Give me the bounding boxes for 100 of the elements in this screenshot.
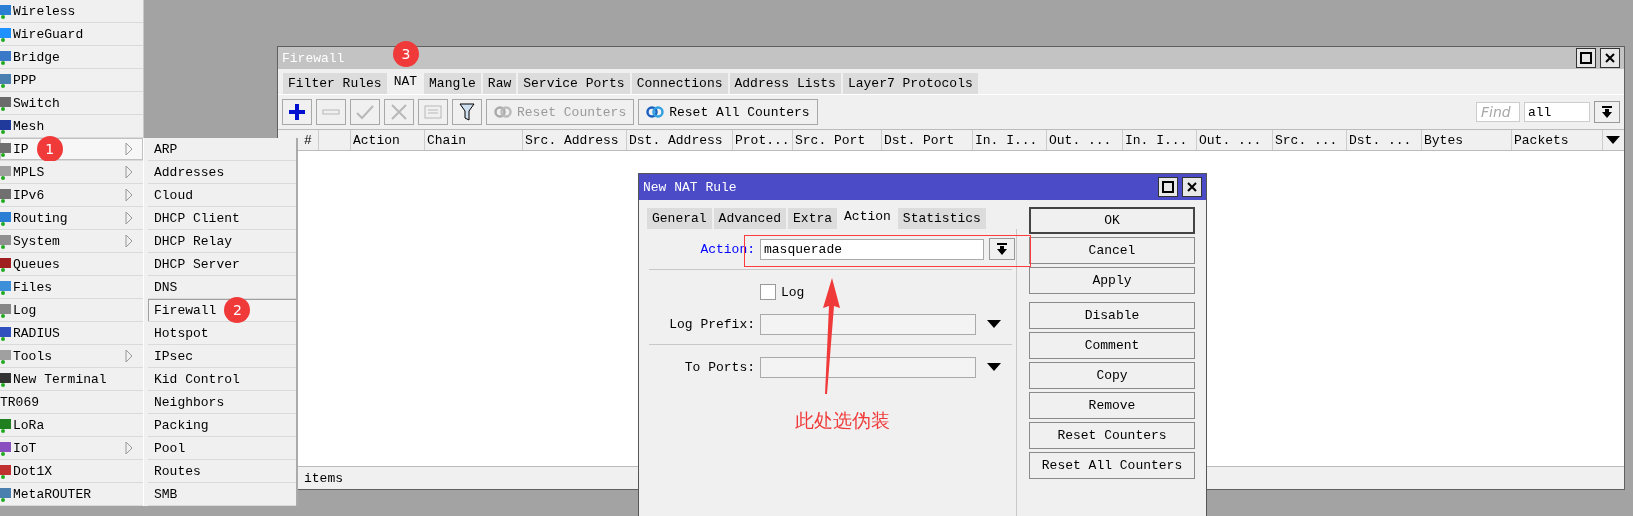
dialog-button[interactable]: Disable (1029, 302, 1195, 329)
tab[interactable]: Statistics (897, 208, 986, 229)
arrow-down-icon (996, 243, 1008, 255)
device-icon (0, 94, 12, 112)
maximize-icon (1580, 52, 1592, 64)
column-header[interactable]: In. I... (1123, 130, 1197, 150)
tab[interactable]: Extra (788, 208, 838, 229)
device-icon (0, 324, 12, 342)
filter-icon (459, 103, 475, 121)
submenu-item[interactable]: Packing (148, 414, 296, 437)
device-icon (0, 209, 12, 227)
column-header[interactable]: Chain (425, 130, 523, 150)
dialog-button[interactable]: Copy (1029, 362, 1195, 389)
column-header[interactable]: Bytes (1422, 130, 1512, 150)
device-icon (0, 140, 12, 158)
checkbox-label: Log (781, 284, 805, 300)
tab[interactable]: Advanced (713, 208, 787, 229)
device-icon (0, 48, 12, 66)
dialog-button[interactable]: Apply (1029, 267, 1195, 294)
column-menu-icon[interactable] (1606, 136, 1620, 144)
column-header[interactable]: Out. ... (1047, 130, 1123, 150)
close-icon (1604, 52, 1616, 64)
submenu-item[interactable]: Neighbors (148, 391, 296, 414)
column-header[interactable]: Dst. Port (882, 130, 973, 150)
column-header[interactable]: Packets (1512, 130, 1603, 150)
dialog-button[interactable]: Reset All Counters (1029, 452, 1195, 479)
dialog-button[interactable]: Cancel (1029, 237, 1195, 264)
filter-select[interactable]: all (1524, 102, 1590, 122)
device-icon (0, 278, 12, 296)
tab[interactable]: Layer7 Protocols (842, 73, 978, 94)
device-icon (0, 485, 12, 503)
dialog-button[interactable]: Reset Counters (1029, 422, 1195, 449)
dropdown-arrow-icon[interactable] (987, 320, 1001, 328)
device-icon (0, 255, 12, 273)
column-header[interactable]: Src. Port (793, 130, 882, 150)
menu-item[interactable]: MPLS (0, 161, 143, 184)
column-header[interactable]: Prot... (733, 130, 793, 150)
submenu-item[interactable]: Cloud (148, 184, 296, 207)
dialog-button[interactable]: OK (1029, 207, 1195, 234)
submenu-item[interactable]: Routes (148, 460, 296, 483)
submenu-item[interactable]: SMB (148, 483, 296, 506)
input-field[interactable] (760, 313, 976, 335)
counter-icon (646, 106, 665, 118)
column-header[interactable]: Out. ... (1197, 130, 1273, 150)
column-header[interactable]: Dst. Address (627, 130, 733, 150)
column-header[interactable]: # (304, 132, 312, 148)
submenu-item[interactable]: DHCP Relay (148, 230, 296, 253)
annotation-text: 此处选伪装 (795, 408, 890, 433)
device-icon (0, 25, 12, 43)
column-header[interactable]: Dst. ... (1347, 130, 1422, 150)
dialog-button[interactable]: Remove (1029, 392, 1195, 419)
submenu-item[interactable]: Hotspot (148, 322, 296, 345)
tab[interactable]: Raw (482, 73, 517, 94)
maximize-button[interactable] (1576, 48, 1596, 68)
input-field[interactable] (760, 356, 976, 378)
submenu-item[interactable]: ARP (148, 138, 296, 161)
submenu-item[interactable]: Addresses (148, 161, 296, 184)
submenu-item[interactable]: IPsec (148, 345, 296, 368)
dropdown-button[interactable] (989, 238, 1015, 260)
tab[interactable]: Filter Rules (283, 73, 387, 94)
column-header[interactable]: Src. ... (1273, 130, 1347, 150)
device-icon (0, 163, 12, 181)
submenu-item[interactable]: Pool (148, 437, 296, 460)
tab[interactable]: Address Lists (729, 73, 841, 94)
maximize-button[interactable] (1158, 177, 1178, 197)
window-title: Firewall (282, 50, 345, 66)
step-badge: 3 (393, 41, 419, 67)
dialog-button[interactable]: Comment (1029, 332, 1195, 359)
device-icon (0, 71, 12, 89)
toolbar-button[interactable] (282, 99, 312, 125)
log-checkbox[interactable] (760, 284, 776, 300)
close-button[interactable] (1600, 48, 1620, 68)
toolbar-button[interactable] (452, 99, 482, 125)
plus-icon (288, 103, 306, 121)
menu-item[interactable]: IP 1 (0, 138, 143, 161)
tab[interactable]: Mangle (424, 73, 481, 94)
check-icon (356, 104, 374, 120)
column-header[interactable]: Src. Address (523, 130, 627, 150)
step-badge: 1 (36, 136, 63, 162)
device-icon (0, 370, 12, 388)
tab[interactable]: General (647, 208, 712, 229)
note-icon (424, 105, 442, 119)
device-icon (0, 301, 12, 319)
submenu-item[interactable]: Kid Control (148, 368, 296, 391)
close-button[interactable] (1182, 177, 1202, 197)
reset-button[interactable]: Reset All Counters (638, 99, 818, 125)
dropdown-button[interactable] (1594, 101, 1620, 123)
tab[interactable]: Connections (631, 73, 728, 94)
dropdown-arrow-icon[interactable] (987, 363, 1001, 371)
submenu-arrow-icon (125, 188, 133, 202)
status-text: items (304, 470, 343, 486)
submenu-item[interactable]: DHCP Server (148, 253, 296, 276)
submenu-arrow-icon (125, 142, 133, 156)
tab[interactable]: Service Ports (518, 73, 630, 94)
find-field[interactable]: Find (1476, 102, 1520, 122)
action-select[interactable]: masquerade (760, 238, 984, 260)
column-header[interactable]: In. I... (973, 130, 1047, 150)
column-header[interactable]: Action (351, 130, 425, 150)
submenu-item[interactable]: Firewall 2 (148, 299, 296, 322)
submenu-item[interactable]: DHCP Client (148, 207, 296, 230)
